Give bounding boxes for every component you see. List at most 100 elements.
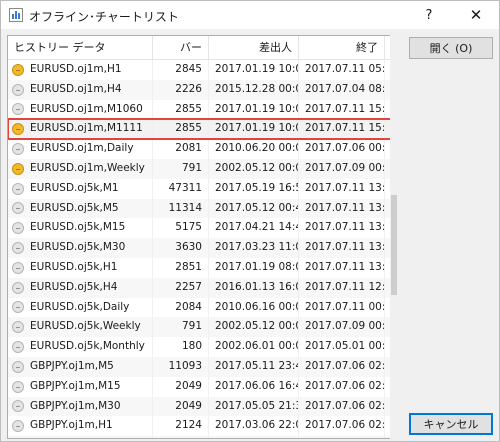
- to-cell: 2017.07.09 00:00: [299, 317, 385, 338]
- to-cell: 2017.07.11 13:00: [299, 257, 385, 278]
- list-item[interactable]: EURUSD.oj1m,Daily 20812010.06.20 00:00201…: [8, 139, 396, 159]
- list-item[interactable]: EURUSD.oj5k,Daily 20842010.06.16 00:00201…: [8, 297, 396, 318]
- chart-file-icon: [12, 242, 24, 255]
- list-item[interactable]: EURUSD.oj1m,Weekly 7912002.05.12 00:00201…: [8, 158, 396, 179]
- to-cell: 2017.07.06 02:00: [299, 376, 385, 397]
- chart-file-icon: [12, 321, 24, 334]
- from-cell: 2015.12.28 00:00: [209, 79, 299, 100]
- symbol-name: EURUSD.oj5k,M1: [30, 181, 119, 194]
- title-bar[interactable]: オフライン･チャートリスト ? ✕: [1, 1, 499, 29]
- list-item[interactable]: GBPJPY.oj1m,M30 20492017.05.05 21:302017.…: [8, 396, 396, 417]
- chart-file-icon: [12, 360, 24, 373]
- list-item[interactable]: EURUSD.oj5k,M15 51752017.04.21 14:452017.…: [8, 218, 396, 239]
- cancel-button[interactable]: キャンセル: [409, 413, 493, 435]
- symbol-cell: EURUSD.oj1m,M1060: [8, 99, 153, 120]
- column-header-history-data[interactable]: ヒストリー データ: [8, 36, 153, 60]
- symbol-name: EURUSD.oj5k,H1: [30, 260, 118, 273]
- symbol-cell: EURUSD.oj1m,M1111: [8, 119, 153, 140]
- to-cell: 2017.07.06 02:00: [299, 416, 385, 437]
- chart-file-icon: [12, 301, 24, 314]
- symbol-name: EURUSD.oj1m,Weekly: [30, 161, 145, 174]
- chart-file-icon: [12, 281, 24, 294]
- from-cell: 2002.06.01 00:00: [209, 337, 299, 357]
- from-cell: 2017.03.06 22:00: [209, 416, 299, 437]
- symbol-name: EURUSD.oj5k,H4: [30, 280, 118, 293]
- to-cell: 2017.07.09 00:00: [299, 158, 385, 179]
- symbol-name: GBPJPY.oj1m,M5: [30, 359, 114, 372]
- from-cell: 2017.03.23 11:00: [209, 238, 299, 258]
- to-cell: 2017.07.11 00:00: [299, 297, 385, 318]
- list-item[interactable]: EURUSD.oj1m,H4 22262015.12.28 00:002017.0…: [8, 79, 396, 100]
- bars-cell: 2049: [153, 376, 209, 397]
- list-header: ヒストリー データ バー 差出人 終了: [8, 36, 396, 60]
- list-item[interactable]: EURUSD.oj5k,Monthly 1802002.06.01 00:0020…: [8, 337, 396, 357]
- open-button[interactable]: 開く (O): [409, 37, 493, 59]
- from-cell: 2006.09.21 00:00: [209, 436, 299, 438]
- list-item[interactable]: EURUSD.oj5k,H4 22572016.01.13 16:002017.0…: [8, 277, 396, 298]
- symbol-name: EURUSD.oj5k,M5: [30, 201, 119, 214]
- bars-cell: 3630: [153, 238, 209, 258]
- scrollbar-thumb[interactable]: [391, 195, 397, 295]
- to-cell: 2017.07.11 13:00: [299, 238, 385, 258]
- symbol-cell: EURUSD.oj1m,Weekly: [8, 158, 153, 179]
- list-rows: EURUSD.oj1m,H128452017.01.19 10:002017.0…: [8, 60, 396, 438]
- list-item[interactable]: EURUSD.oj5k,Weekly 7912002.05.12 00:00201…: [8, 317, 396, 338]
- from-cell: 2017.01.19 10:00: [209, 60, 299, 80]
- list-item[interactable]: EURUSD.oj5k,M30 36302017.03.23 11:002017.…: [8, 238, 396, 258]
- list-item[interactable]: EURUSD.oj5k,M1 473112017.05.19 16:562017.…: [8, 178, 396, 199]
- list-item[interactable]: GBPJPY.oj1m,M5 110932017.05.11 23:402017.…: [8, 356, 396, 377]
- symbol-name: GBPJPY.oj1m,H1: [30, 419, 113, 432]
- symbol-cell: GBPJPY.oj1m,H1: [8, 416, 153, 437]
- list-item-selected[interactable]: EURUSD.oj1m,M1111 28552017.01.19 10:00201…: [8, 118, 396, 141]
- from-cell: 2017.05.05 21:30: [209, 396, 299, 417]
- from-cell: 2017.05.11 23:40: [209, 356, 299, 377]
- column-header-from[interactable]: 差出人: [209, 36, 299, 60]
- bars-cell: 2081: [153, 139, 209, 159]
- to-cell: 2017.07.11 13:09: [299, 178, 385, 199]
- help-icon[interactable]: ?: [406, 1, 452, 29]
- column-header-to[interactable]: 終了: [299, 36, 385, 60]
- symbol-cell: GBPJPY.oj1m,M5: [8, 356, 153, 377]
- to-cell: 2017.06.27 00:00: [299, 436, 385, 438]
- close-icon[interactable]: ✕: [453, 1, 499, 29]
- bars-cell: 47311: [153, 178, 209, 199]
- from-cell: 2017.04.21 14:45: [209, 218, 299, 239]
- vertical-scrollbar[interactable]: [390, 35, 398, 439]
- from-cell: 2017.05.12 00:45: [209, 198, 299, 219]
- to-cell: 2017.07.11 15:00: [299, 119, 385, 140]
- symbol-name: GBPJPY.oj1m,M15: [30, 379, 121, 392]
- from-cell: 2010.06.16 00:00: [209, 297, 299, 318]
- offline-chart-list-dialog: オフライン･チャートリスト ? ✕ ヒストリー データ バー 差出人 終了 EU…: [0, 0, 500, 442]
- list-item[interactable]: EURUSD.oj1m,H1 28452017.01.19 10:002017.0…: [8, 60, 396, 80]
- chart-file-icon: [12, 341, 24, 354]
- chart-app-icon: [9, 8, 23, 22]
- chart-file-icon: [12, 420, 24, 433]
- column-header-bars[interactable]: バー: [153, 36, 209, 60]
- symbol-cell: GBPJPY.oj1m,M30: [8, 396, 153, 417]
- symbol-name: GBPJPY.oj1m,M30: [30, 399, 121, 412]
- list-item[interactable]: EURUSD.oj1m,M1060 28552017.01.19 10:00201…: [8, 99, 396, 120]
- bars-cell: 11093: [153, 356, 209, 377]
- bars-cell: 5175: [153, 218, 209, 239]
- bars-cell: 791: [153, 317, 209, 338]
- from-cell: 2017.06.06 16:45: [209, 376, 299, 397]
- chart-open-icon: [12, 162, 24, 175]
- list-item[interactable]: GBPJPY.oj1m,H1 21242017.03.06 22:002017.0…: [8, 416, 396, 437]
- history-data-list[interactable]: ヒストリー データ バー 差出人 終了 EURUSD.oj1m,H1 2845 20…: [7, 35, 397, 439]
- bars-cell: 2124: [153, 416, 209, 437]
- to-cell: 2017.07.04 08:00: [299, 79, 385, 100]
- to-cell: 2017.07.06 02:00: [299, 396, 385, 417]
- symbol-cell: GBPJPY.oj1m,M15: [8, 376, 153, 397]
- chart-file-icon: [12, 222, 24, 235]
- from-cell: 2017.01.19 08:00: [209, 257, 299, 278]
- list-item[interactable]: GBPJPY.oj1m,Daily 33222006.09.21 00:00201…: [8, 436, 396, 438]
- list-item[interactable]: EURUSD.oj5k,H1 28512017.01.19 08:002017.0…: [8, 257, 396, 278]
- to-cell: 2017.07.11 13:05: [299, 198, 385, 219]
- symbol-cell: EURUSD.oj5k,Weekly: [8, 317, 153, 338]
- bars-cell: 2855: [153, 99, 209, 120]
- chart-file-icon: [12, 143, 24, 156]
- list-item[interactable]: EURUSD.oj5k,M5 113142017.05.12 00:452017.…: [8, 198, 396, 219]
- from-cell: 2016.01.13 16:00: [209, 277, 299, 298]
- symbol-name: EURUSD.oj5k,M30: [30, 241, 126, 254]
- list-item[interactable]: GBPJPY.oj1m,M15 20492017.06.06 16:452017.…: [8, 376, 396, 397]
